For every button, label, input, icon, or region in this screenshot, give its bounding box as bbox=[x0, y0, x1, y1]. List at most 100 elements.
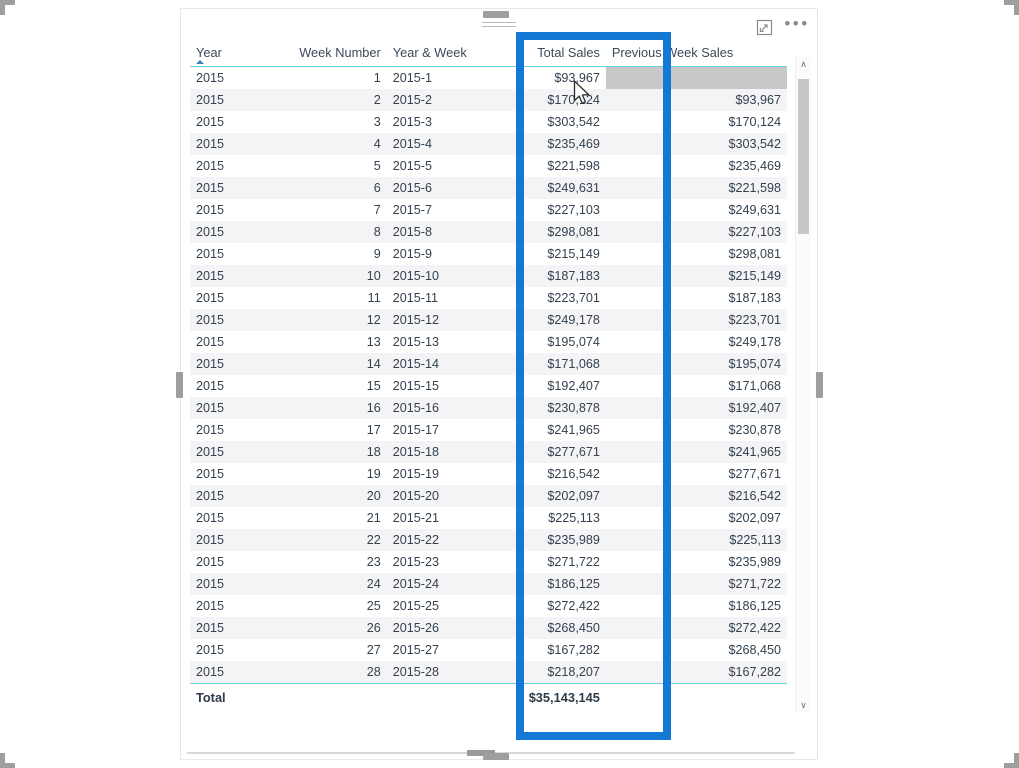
cell-year-and-week[interactable]: 2015-21 bbox=[386, 507, 504, 529]
cell-year-and-week[interactable]: 2015-4 bbox=[386, 133, 504, 155]
cell-total-sales[interactable]: $186,125 bbox=[503, 573, 606, 595]
table-row[interactable]: 2015 5 2015-5 $221,598 $235,469 bbox=[190, 155, 787, 177]
cell-total-sales[interactable]: $272,422 bbox=[503, 595, 606, 617]
column-header-year[interactable]: Year bbox=[190, 41, 253, 67]
cell-week-number[interactable]: 5 bbox=[252, 155, 387, 177]
cell-week-number[interactable]: 2 bbox=[252, 89, 387, 111]
cell-previous-week-sales[interactable]: $187,183 bbox=[605, 287, 787, 309]
cell-total-sales[interactable]: $187,183 bbox=[503, 265, 606, 287]
cell-previous-week-sales[interactable]: $93,967 bbox=[605, 89, 787, 111]
cell-year[interactable]: 2015 bbox=[190, 133, 253, 155]
cell-year-and-week[interactable]: 2015-14 bbox=[386, 353, 504, 375]
cell-week-number[interactable]: 16 bbox=[252, 397, 387, 419]
resize-handle-right[interactable] bbox=[816, 372, 823, 398]
cell-previous-week-sales[interactable]: $268,450 bbox=[605, 639, 787, 661]
cell-previous-week-sales[interactable]: $216,542 bbox=[605, 485, 787, 507]
cell-year-and-week[interactable]: 2015-22 bbox=[386, 529, 504, 551]
cell-year[interactable]: 2015 bbox=[190, 177, 253, 199]
cell-year[interactable]: 2015 bbox=[190, 507, 253, 529]
cell-previous-week-sales[interactable]: $249,178 bbox=[605, 331, 787, 353]
cell-year[interactable]: 2015 bbox=[190, 639, 253, 661]
cell-previous-week-sales[interactable]: $223,701 bbox=[605, 309, 787, 331]
cell-year[interactable]: 2015 bbox=[190, 529, 253, 551]
column-header-previous-week-sales[interactable]: Previous Week Sales bbox=[605, 41, 787, 67]
resize-handle-bottom[interactable] bbox=[483, 753, 509, 760]
cell-year-and-week[interactable]: 2015-20 bbox=[386, 485, 504, 507]
cell-year[interactable]: 2015 bbox=[190, 463, 253, 485]
cell-total-sales[interactable]: $249,631 bbox=[503, 177, 606, 199]
focus-mode-icon[interactable] bbox=[755, 18, 774, 37]
cell-previous-week-sales[interactable]: $221,598 bbox=[605, 177, 787, 199]
cell-previous-week-sales[interactable]: $230,878 bbox=[605, 419, 787, 441]
table-row[interactable]: 2015 15 2015-15 $192,407 $171,068 bbox=[190, 375, 787, 397]
cell-previous-week-sales[interactable]: $303,542 bbox=[605, 133, 787, 155]
cell-week-number[interactable]: 3 bbox=[252, 111, 387, 133]
cell-total-sales[interactable]: $298,081 bbox=[503, 221, 606, 243]
cell-year-and-week[interactable]: 2015-27 bbox=[386, 639, 504, 661]
cell-year[interactable]: 2015 bbox=[190, 419, 253, 441]
cell-previous-week-sales[interactable]: $215,149 bbox=[605, 265, 787, 287]
cell-total-sales[interactable]: $230,878 bbox=[503, 397, 606, 419]
cell-year-and-week[interactable]: 2015-19 bbox=[386, 463, 504, 485]
cell-year-and-week[interactable]: 2015-1 bbox=[386, 66, 504, 89]
cell-total-sales[interactable]: $202,097 bbox=[503, 485, 606, 507]
table-row[interactable]: 2015 3 2015-3 $303,542 $170,124 bbox=[190, 111, 787, 133]
table-row[interactable]: 2015 7 2015-7 $227,103 $249,631 bbox=[190, 199, 787, 221]
cell-year-and-week[interactable]: 2015-12 bbox=[386, 309, 504, 331]
table-row[interactable]: 2015 4 2015-4 $235,469 $303,542 bbox=[190, 133, 787, 155]
column-header-total-sales[interactable]: Total Sales bbox=[503, 41, 606, 67]
cell-week-number[interactable]: 22 bbox=[252, 529, 387, 551]
cell-year[interactable]: 2015 bbox=[190, 287, 253, 309]
resize-handle-left[interactable] bbox=[176, 372, 183, 398]
cell-year[interactable]: 2015 bbox=[190, 309, 253, 331]
cell-year-and-week[interactable]: 2015-24 bbox=[386, 573, 504, 595]
cell-week-number[interactable]: 12 bbox=[252, 309, 387, 331]
table-row[interactable]: 2015 22 2015-22 $235,989 $225,113 bbox=[190, 529, 787, 551]
cell-total-sales[interactable]: $227,103 bbox=[503, 199, 606, 221]
cell-year-and-week[interactable]: 2015-9 bbox=[386, 243, 504, 265]
cell-year[interactable]: 2015 bbox=[190, 199, 253, 221]
cell-week-number[interactable]: 17 bbox=[252, 419, 387, 441]
cell-year-and-week[interactable]: 2015-16 bbox=[386, 397, 504, 419]
cell-week-number[interactable]: 9 bbox=[252, 243, 387, 265]
cell-week-number[interactable]: 21 bbox=[252, 507, 387, 529]
cell-year-and-week[interactable]: 2015-3 bbox=[386, 111, 504, 133]
cell-year[interactable]: 2015 bbox=[190, 66, 253, 89]
column-header-week-number[interactable]: Week Number bbox=[252, 41, 387, 67]
cell-total-sales[interactable]: $223,701 bbox=[503, 287, 606, 309]
cell-year[interactable]: 2015 bbox=[190, 485, 253, 507]
scroll-up-icon[interactable]: ∧ bbox=[796, 57, 811, 72]
cell-year[interactable]: 2015 bbox=[190, 397, 253, 419]
cell-week-number[interactable]: 15 bbox=[252, 375, 387, 397]
cell-total-sales[interactable]: $225,113 bbox=[503, 507, 606, 529]
cell-week-number[interactable]: 28 bbox=[252, 661, 387, 684]
cell-total-sales[interactable]: $195,074 bbox=[503, 331, 606, 353]
table-row[interactable]: 2015 1 2015-1 $93,967 bbox=[190, 66, 787, 89]
cell-previous-week-sales[interactable]: $195,074 bbox=[605, 353, 787, 375]
cell-year[interactable]: 2015 bbox=[190, 375, 253, 397]
cell-week-number[interactable]: 26 bbox=[252, 617, 387, 639]
cell-previous-week-sales[interactable]: $202,097 bbox=[605, 507, 787, 529]
cell-week-number[interactable]: 8 bbox=[252, 221, 387, 243]
cell-week-number[interactable]: 10 bbox=[252, 265, 387, 287]
cell-total-sales[interactable]: $235,469 bbox=[503, 133, 606, 155]
cell-total-sales[interactable]: $271,722 bbox=[503, 551, 606, 573]
more-options-icon[interactable]: ••• bbox=[784, 14, 809, 40]
cell-total-sales[interactable]: $192,407 bbox=[503, 375, 606, 397]
cell-week-number[interactable]: 1 bbox=[252, 66, 387, 89]
cell-year-and-week[interactable]: 2015-8 bbox=[386, 221, 504, 243]
cell-year[interactable]: 2015 bbox=[190, 661, 253, 684]
table-row[interactable]: 2015 19 2015-19 $216,542 $277,671 bbox=[190, 463, 787, 485]
cell-total-sales[interactable]: $93,967 bbox=[503, 66, 606, 89]
cell-year-and-week[interactable]: 2015-10 bbox=[386, 265, 504, 287]
cell-week-number[interactable]: 14 bbox=[252, 353, 387, 375]
cell-year-and-week[interactable]: 2015-15 bbox=[386, 375, 504, 397]
table-row[interactable]: 2015 18 2015-18 $277,671 $241,965 bbox=[190, 441, 787, 463]
table-row[interactable]: 2015 12 2015-12 $249,178 $223,701 bbox=[190, 309, 787, 331]
table-row[interactable]: 2015 14 2015-14 $171,068 $195,074 bbox=[190, 353, 787, 375]
cell-total-sales[interactable]: $249,178 bbox=[503, 309, 606, 331]
cell-previous-week-sales[interactable]: $235,989 bbox=[605, 551, 787, 573]
cell-total-sales[interactable]: $167,282 bbox=[503, 639, 606, 661]
cell-previous-week-sales[interactable]: $170,124 bbox=[605, 111, 787, 133]
cell-previous-week-sales[interactable]: $227,103 bbox=[605, 221, 787, 243]
